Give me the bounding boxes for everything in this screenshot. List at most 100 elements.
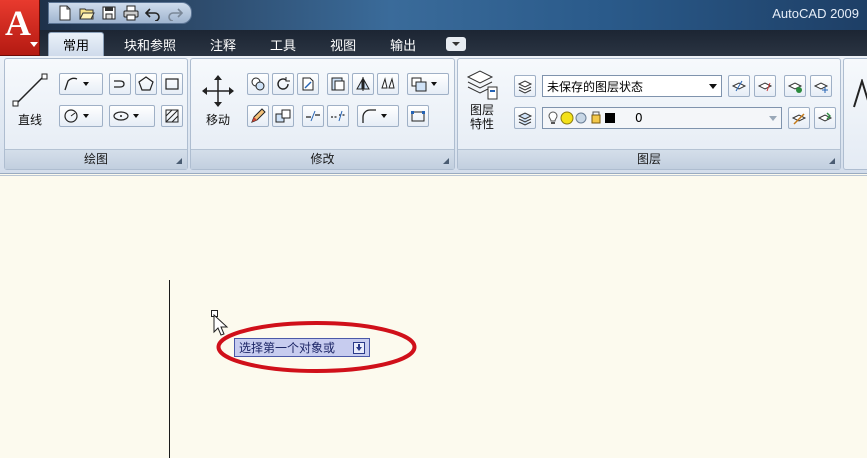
ellipse-button[interactable]: [109, 105, 155, 127]
layer-off-button[interactable]: [784, 75, 806, 97]
make-current-button[interactable]: [514, 107, 536, 129]
match-layer-button[interactable]: [788, 107, 810, 129]
explode-icon: [275, 109, 291, 123]
layer-properties-icon: [466, 70, 498, 100]
layer-stack-icon: [517, 80, 533, 94]
align-button[interactable]: [407, 105, 429, 127]
layer-properties-label-2: 特性: [469, 117, 494, 131]
chevron-down-icon: [381, 114, 387, 118]
layers-panel: 图层 特性 未保存的图层状态 0 图层: [457, 58, 841, 170]
fillet-button[interactable]: [357, 105, 399, 127]
spline-button[interactable]: [109, 73, 131, 95]
copy-button[interactable]: [247, 73, 269, 95]
undo-icon: [145, 8, 160, 21]
draw-panel-title: 绘图: [5, 149, 187, 169]
plot-button[interactable]: [121, 3, 141, 23]
layer-isolate-button[interactable]: [728, 75, 750, 97]
dialog-launcher-icon[interactable]: [829, 158, 835, 164]
rotate-icon: [277, 77, 290, 90]
layer-unisolate-icon: [757, 82, 773, 92]
stretch-icon: [331, 77, 345, 91]
drawing-area[interactable]: 选择第一个对象或: [0, 175, 867, 458]
break-button[interactable]: [302, 105, 324, 127]
array-icon: [381, 77, 395, 89]
new-file-button[interactable]: [55, 3, 75, 23]
tab-tools[interactable]: 工具: [256, 32, 310, 56]
tab-view[interactable]: 视图: [316, 32, 370, 56]
drawn-line[interactable]: [169, 280, 170, 458]
explode-button[interactable]: [272, 105, 294, 127]
erase-button[interactable]: [247, 105, 269, 127]
layer-state-dropdown[interactable]: 未保存的图层状态: [542, 75, 722, 97]
layer-freeze-button[interactable]: [810, 75, 832, 97]
circle-button[interactable]: [59, 105, 103, 127]
redo-button[interactable]: [165, 3, 185, 23]
layer-state-manager-button[interactable]: [514, 75, 536, 97]
open-folder-icon: [79, 8, 95, 20]
rectangle-button[interactable]: [161, 73, 183, 95]
scale-button[interactable]: [407, 73, 449, 95]
application-menu-button[interactable]: A: [0, 0, 40, 56]
layer-dropdown[interactable]: 0: [542, 107, 782, 129]
ribbon: 直线 绘图 移动 修改 图层 特性 未保存的图层状态 0 图层: [0, 56, 867, 174]
autocad-logo-icon: A: [5, 3, 31, 43]
dynamic-input-tooltip: 选择第一个对象或: [234, 338, 371, 357]
mirror-button[interactable]: [352, 73, 374, 95]
mirror-icon: [356, 77, 370, 91]
join-button[interactable]: [327, 105, 349, 127]
current-layer-name: 0: [635, 111, 643, 125]
layer-unisolate-button[interactable]: [754, 75, 776, 97]
move-label: 移动: [205, 113, 230, 127]
polygon-icon: [138, 76, 154, 91]
ribbon-tab-bar: 常用 块和参照 注释 工具 视图 输出: [0, 30, 867, 56]
rectangle-icon: [165, 78, 179, 90]
layer-freeze-icon: [813, 82, 829, 93]
dialog-launcher-icon[interactable]: [443, 158, 449, 164]
copy-icon: [251, 77, 265, 91]
align-icon: [411, 111, 425, 122]
layer-isolate-icon: [731, 80, 747, 92]
fillet-icon: [362, 109, 376, 123]
chevron-down-icon: [452, 42, 461, 46]
hatch-button[interactable]: [161, 105, 183, 127]
undo-button[interactable]: [143, 3, 163, 23]
spline-icon: [114, 80, 125, 88]
options-dropdown-button[interactable]: [353, 341, 366, 354]
layer-properties-button[interactable]: 图层 特性: [464, 67, 500, 131]
line-button[interactable]: 直线: [11, 71, 49, 128]
line-icon: [12, 73, 48, 107]
tab-blocks-references[interactable]: 块和参照: [110, 32, 190, 56]
match-layer-icon: [791, 113, 807, 125]
chevron-down-icon: [709, 83, 717, 89]
chevron-down-icon: [769, 115, 777, 121]
layer-current-icon: [517, 112, 533, 126]
line-label: 直线: [17, 113, 42, 127]
trim-icon: [302, 77, 314, 91]
join-icon: [331, 110, 345, 122]
save-icon: [102, 6, 116, 20]
polyline-icon: [64, 77, 78, 91]
trim-button[interactable]: [297, 73, 319, 95]
polyline-button[interactable]: [59, 73, 103, 95]
open-file-button[interactable]: [77, 3, 97, 23]
chevron-down-icon: [83, 82, 89, 86]
chevron-down-icon: [133, 114, 139, 118]
new-file-icon: [59, 5, 71, 21]
pencil-icon: [251, 108, 266, 123]
save-button[interactable]: [99, 3, 119, 23]
title-bar: AutoCAD 2009: [0, 0, 867, 30]
polygon-button[interactable]: [135, 73, 157, 95]
move-button[interactable]: 移动: [199, 73, 237, 128]
layer-state-value: 未保存的图层状态: [547, 79, 644, 94]
tab-annotate[interactable]: 注释: [196, 32, 250, 56]
layer-previous-button[interactable]: [814, 107, 836, 129]
tab-output[interactable]: 输出: [376, 32, 430, 56]
rotate-button[interactable]: [272, 73, 294, 95]
tab-home[interactable]: 常用: [48, 32, 105, 56]
printer-icon: [123, 5, 139, 21]
stretch-button[interactable]: [327, 73, 349, 95]
array-button[interactable]: [377, 73, 399, 95]
ribbon-minimize-button[interactable]: [446, 37, 467, 51]
dialog-launcher-icon[interactable]: [176, 158, 182, 164]
tooltip-prompt: 选择第一个对象或: [239, 341, 336, 355]
